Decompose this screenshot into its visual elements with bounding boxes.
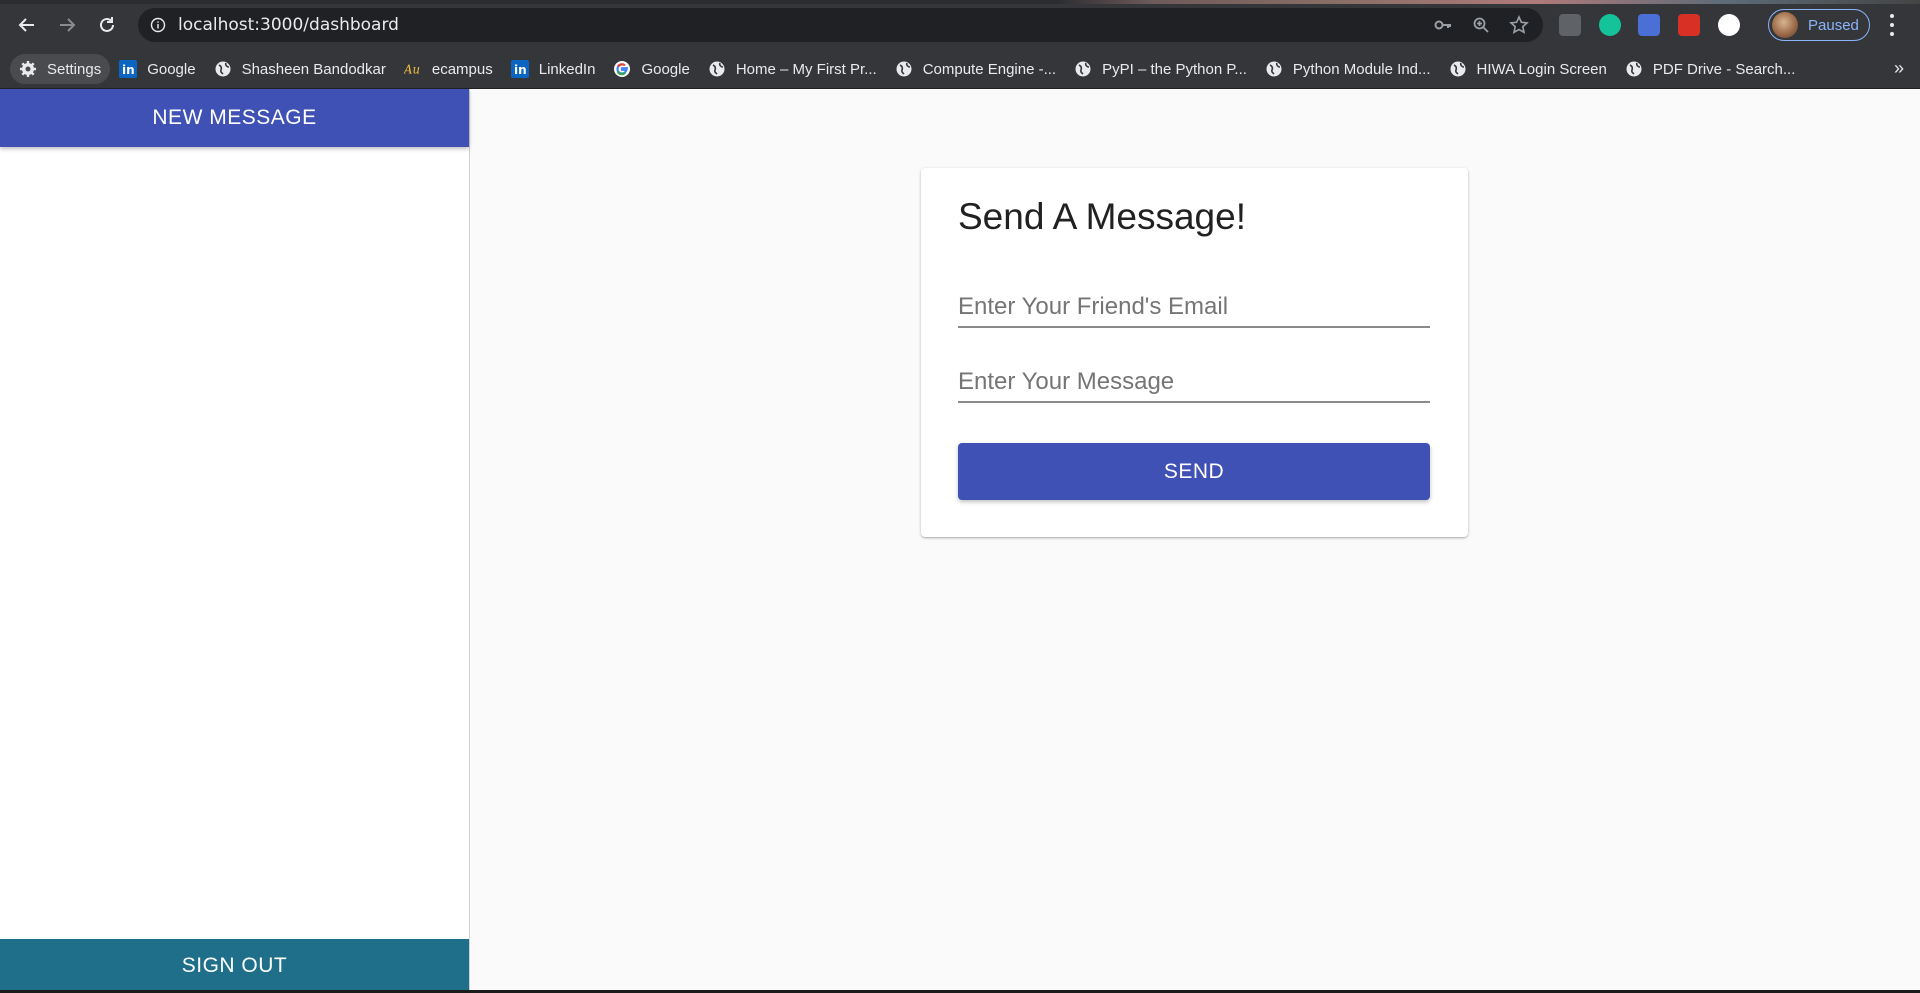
- send-message-card: Send A Message! SEND: [921, 168, 1468, 537]
- bookmark-pypi[interactable]: PyPI – the Python P...: [1065, 54, 1256, 84]
- sign-out-button[interactable]: SIGN OUT: [0, 939, 469, 993]
- key-icon[interactable]: [1433, 15, 1453, 35]
- message-input[interactable]: [958, 363, 1430, 401]
- back-arrow-icon: [18, 18, 34, 32]
- bookmark-settings[interactable]: Settings: [10, 54, 111, 84]
- bookmark-shasheen[interactable]: Shasheen Bandodkar: [205, 54, 395, 84]
- sidebar: NEW MESSAGE SIGN OUT: [0, 89, 470, 993]
- reload-button[interactable]: [92, 10, 122, 40]
- gear-icon: [19, 60, 37, 78]
- more-bookmarks-button[interactable]: »: [1894, 58, 1904, 79]
- info-icon[interactable]: [150, 17, 166, 33]
- reload-icon: [100, 17, 114, 32]
- svg-text:in: in: [122, 63, 135, 77]
- email-field[interactable]: [958, 288, 1430, 328]
- globe-icon: [1625, 60, 1643, 78]
- new-message-button[interactable]: NEW MESSAGE: [0, 89, 469, 147]
- globe-icon: [1449, 60, 1467, 78]
- profile-button[interactable]: Paused: [1768, 9, 1870, 41]
- zoom-icon[interactable]: [1471, 15, 1491, 35]
- back-button[interactable]: [12, 10, 42, 40]
- profile-status: Paused: [1808, 16, 1859, 34]
- email-input[interactable]: [958, 288, 1430, 326]
- extension-book-icon[interactable]: [1638, 14, 1660, 36]
- bookmark-google-linkedin[interactable]: in Google: [110, 54, 204, 84]
- extension-red-icon[interactable]: [1678, 14, 1700, 36]
- bookmark-linkedin[interactable]: in LinkedIn: [502, 54, 605, 84]
- au-icon: Au: [404, 60, 422, 78]
- card-title: Send A Message!: [958, 196, 1246, 237]
- avatar: [1772, 12, 1798, 38]
- google-icon: [613, 60, 631, 78]
- globe-icon: [708, 60, 726, 78]
- star-icon[interactable]: [1509, 15, 1529, 35]
- grammarly-icon[interactable]: [1599, 14, 1621, 36]
- svg-text:in: in: [514, 63, 527, 77]
- send-button[interactable]: SEND: [958, 443, 1430, 500]
- globe-icon: [214, 60, 232, 78]
- tab-strip: [0, 0, 1920, 4]
- bookmark-google[interactable]: Google: [604, 54, 698, 84]
- linkedin-icon: in: [510, 60, 529, 78]
- bookmarks-bar: Settings in Google Shasheen Bandodkar Au…: [0, 50, 1920, 89]
- address-bar[interactable]: localhost:3000/dashboard: [138, 8, 1543, 42]
- globe-icon: [1265, 60, 1283, 78]
- globe-icon: [1074, 60, 1092, 78]
- forward-arrow-icon: [60, 18, 76, 32]
- browser-toolbar: localhost:3000/dashboard Paused: [0, 0, 1920, 50]
- browser-menu-icon[interactable]: [1883, 12, 1901, 38]
- globe-icon: [895, 60, 913, 78]
- bookmark-pdf-drive[interactable]: PDF Drive - Search...: [1616, 54, 1805, 84]
- forward-button[interactable]: [52, 10, 82, 40]
- bookmark-home-first-project[interactable]: Home – My First Pr...: [699, 54, 886, 84]
- svg-text:Au: Au: [404, 63, 420, 77]
- bookmark-ecampus[interactable]: Au ecampus: [395, 54, 502, 84]
- bookmark-hiwa-login[interactable]: HIWA Login Screen: [1440, 54, 1616, 84]
- linkedin-icon: in: [119, 60, 138, 78]
- url-text[interactable]: localhost:3000/dashboard: [178, 15, 399, 35]
- bookmark-python-module-index[interactable]: Python Module Ind...: [1256, 54, 1440, 84]
- bookmark-compute-engine[interactable]: Compute Engine -...: [886, 54, 1065, 84]
- extension-circle-icon[interactable]: [1718, 14, 1740, 36]
- message-field[interactable]: [958, 363, 1430, 403]
- extension-icon[interactable]: [1559, 14, 1581, 36]
